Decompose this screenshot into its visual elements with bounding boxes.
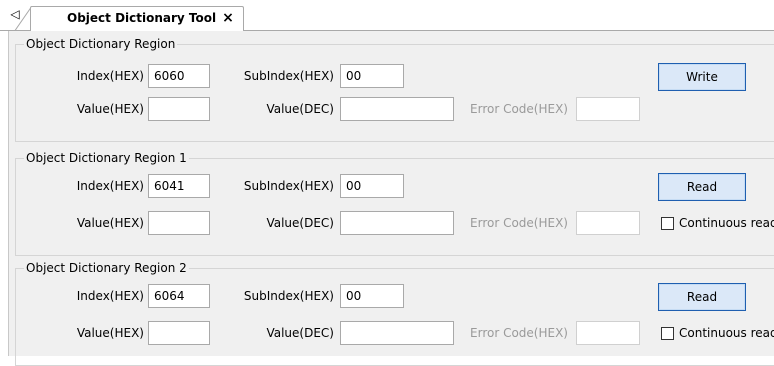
subindex-input[interactable]: 00 (340, 64, 404, 88)
value-dec-label: Value(DEC) (266, 102, 334, 116)
index-input[interactable]: 6064 (148, 284, 210, 308)
write-button[interactable]: Write (658, 63, 746, 91)
group-title: Object Dictionary Region (24, 37, 178, 51)
subindex-input[interactable]: 00 (340, 174, 404, 198)
index-input[interactable]: 6041 (148, 174, 210, 198)
tab-label: Object Dictionary Tool (67, 11, 217, 25)
object-dictionary-region-2: Object Dictionary Region 2 Index(HEX) 60… (15, 261, 774, 366)
subindex-label: SubIndex(HEX) (243, 69, 334, 83)
continuous-read-label[interactable]: Continuous read (679, 326, 774, 340)
error-code-label: Error Code(HEX) (470, 326, 568, 340)
value-hex-input[interactable] (148, 97, 210, 121)
read-button[interactable]: Read (658, 283, 746, 311)
close-icon[interactable]: × (219, 9, 237, 27)
index-input[interactable]: 6060 (148, 64, 210, 88)
error-code-field (576, 211, 640, 235)
value-hex-label: Value(HEX) (76, 102, 144, 116)
value-dec-input[interactable] (340, 211, 454, 235)
tab-bar: ◁ Object Dictionary Tool × (0, 0, 774, 32)
group-title: Object Dictionary Region 2 (24, 261, 189, 275)
value-dec-input[interactable] (340, 321, 454, 345)
value-hex-label: Value(HEX) (76, 326, 144, 340)
index-label: Index(HEX) (76, 179, 144, 193)
error-code-label: Error Code(HEX) (470, 102, 568, 116)
error-code-field (576, 97, 640, 121)
continuous-read-label[interactable]: Continuous read (679, 216, 774, 230)
continuous-read-checkbox[interactable] (661, 217, 674, 230)
value-dec-input[interactable] (340, 97, 454, 121)
subindex-input[interactable]: 00 (340, 284, 404, 308)
index-label: Index(HEX) (76, 69, 144, 83)
value-hex-input[interactable] (148, 321, 210, 345)
read-button[interactable]: Read (658, 173, 746, 201)
subindex-label: SubIndex(HEX) (243, 289, 334, 303)
object-dictionary-region: Object Dictionary Region Index(HEX) 6060… (15, 37, 774, 142)
index-label: Index(HEX) (76, 289, 144, 303)
value-dec-label: Value(DEC) (266, 216, 334, 230)
error-code-label: Error Code(HEX) (470, 216, 568, 230)
value-dec-label: Value(DEC) (266, 326, 334, 340)
group-title: Object Dictionary Region 1 (24, 151, 189, 165)
value-hex-input[interactable] (148, 211, 210, 235)
error-code-field (576, 321, 640, 345)
tool-panel: Object Dictionary Region Index(HEX) 6060… (8, 31, 774, 366)
continuous-read-checkbox[interactable] (661, 327, 674, 340)
object-dictionary-region-1: Object Dictionary Region 1 Index(HEX) 60… (15, 151, 774, 256)
value-hex-label: Value(HEX) (76, 216, 144, 230)
subindex-label: SubIndex(HEX) (243, 179, 334, 193)
tab-object-dictionary-tool[interactable]: Object Dictionary Tool × (30, 6, 244, 32)
